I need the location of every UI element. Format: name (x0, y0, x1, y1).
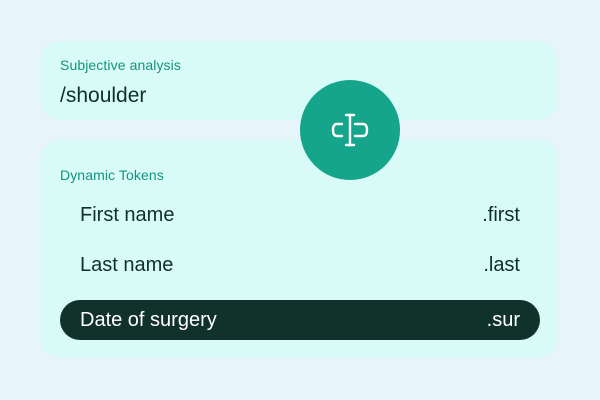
token-row-first-name[interactable]: First name .first (60, 195, 540, 235)
token-code: .first (482, 203, 520, 226)
token-row-date-of-surgery[interactable]: Date of surgery .sur (60, 300, 540, 340)
dynamic-tokens-label: Dynamic Tokens (60, 167, 164, 183)
shortcut-command-text[interactable]: /shoulder (60, 84, 146, 108)
subjective-analysis-card: Subjective analysis /shoulder (40, 41, 558, 120)
token-row-last-name[interactable]: Last name .last (60, 245, 540, 285)
token-code: .sur (486, 308, 520, 331)
token-code: .last (483, 253, 520, 276)
token-name: Last name (80, 253, 174, 276)
dynamic-tokens-card: Dynamic Tokens First name .first Last na… (40, 140, 558, 358)
text-cursor-input-icon[interactable] (300, 80, 400, 180)
token-name: Date of surgery (80, 308, 217, 331)
subjective-analysis-label: Subjective analysis (60, 57, 181, 73)
text-cursor-input-icon-svg (331, 113, 369, 147)
token-name: First name (80, 203, 175, 226)
